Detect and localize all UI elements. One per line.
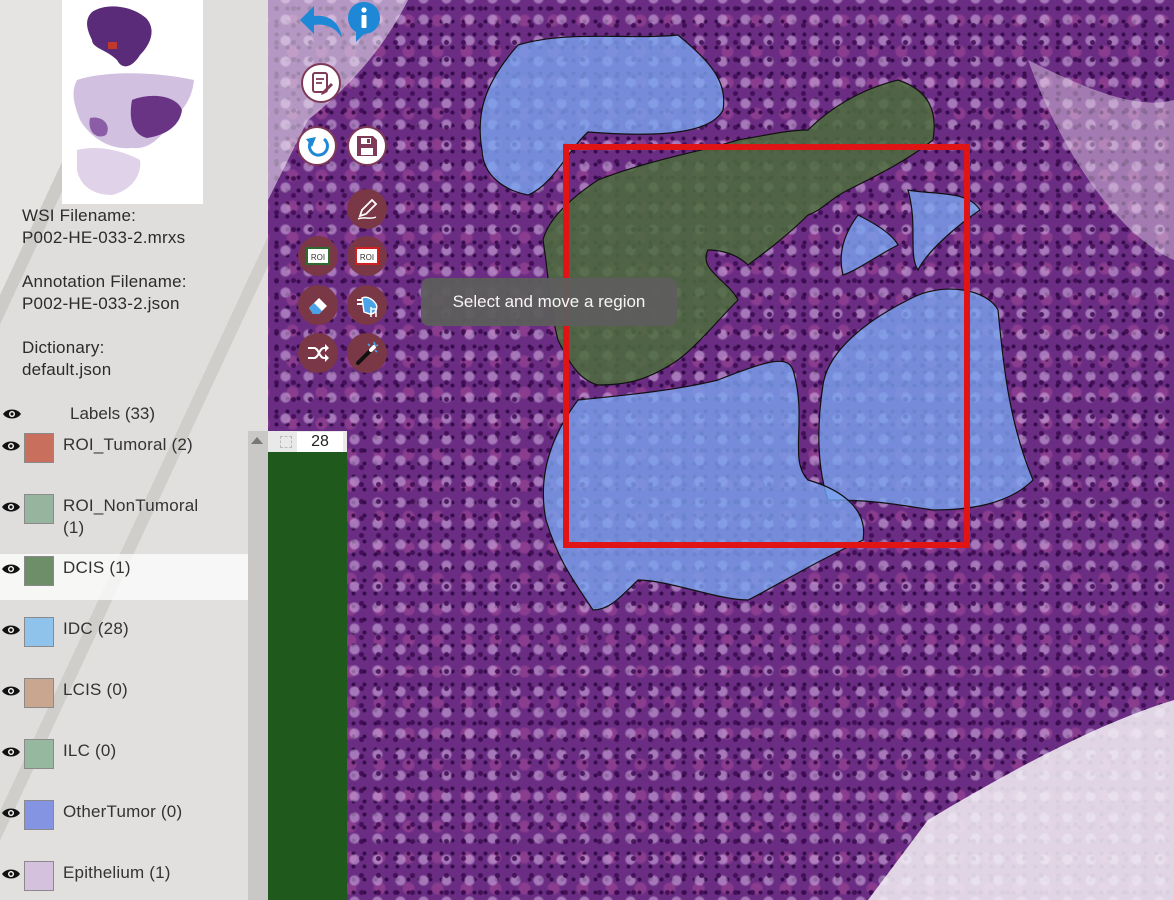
wsi-filename-label: WSI Filename: [22, 206, 137, 225]
save-icon [357, 136, 377, 156]
save-button[interactable] [347, 126, 387, 166]
notes-icon [312, 72, 333, 95]
shuffle-button[interactable] [298, 333, 338, 373]
label-name: OtherTumor (0) [63, 802, 183, 821]
label-color-swatch[interactable] [24, 556, 54, 586]
thumbnail-image [73, 6, 194, 195]
magic-wand-icon [356, 341, 379, 365]
tooltip: Select and move a region [421, 278, 677, 326]
label-color-swatch[interactable] [24, 739, 54, 769]
wsi-filename-value: P002-HE-033-2.mrxs [22, 228, 186, 247]
dictionary-label: Dictionary: [22, 338, 105, 357]
draw-button[interactable] [347, 189, 387, 229]
magic-wand-button[interactable] [347, 333, 387, 373]
shuffle-icon [308, 344, 329, 362]
background-area [868, 700, 1174, 900]
eye-icon[interactable] [1, 562, 21, 576]
roi-button[interactable]: ROI [298, 236, 338, 276]
label-color-swatch[interactable] [24, 433, 54, 463]
label-list-scrollbar[interactable] [248, 431, 268, 900]
select-move-button[interactable] [347, 285, 387, 325]
label-name: IDC (28) [63, 619, 129, 638]
expand-icon[interactable] [280, 436, 292, 448]
label-name: ROI_NonTumoral (1) [63, 496, 199, 537]
label-name: LCIS (0) [63, 680, 128, 699]
selected-label-color-bar [268, 452, 347, 900]
eye-icon[interactable] [1, 867, 21, 881]
annotation-filename-value: P002-HE-033-2.json [22, 294, 180, 313]
eraser-button[interactable] [298, 285, 338, 325]
label-item-othertumor[interactable]: OtherTumor (0) [0, 798, 248, 844]
label-item-roi-nontumoral[interactable]: ROI_NonTumoral (1) [0, 492, 248, 552]
eye-icon[interactable] [1, 623, 21, 637]
label-color-swatch[interactable] [24, 617, 54, 647]
roi-red-icon: ROI [355, 247, 379, 265]
notes-button[interactable] [301, 63, 341, 103]
annotation-overlay[interactable] [268, 0, 1174, 900]
svg-text:ROI: ROI [360, 253, 374, 262]
label-item-idc[interactable]: IDC (28) [0, 615, 248, 661]
label-item-lcis[interactable]: LCIS (0) [0, 676, 248, 722]
label-name: Epithelium (1) [63, 863, 171, 882]
label-color-swatch[interactable] [24, 800, 54, 830]
region-counter-value: 28 [297, 432, 343, 452]
svg-text:ROI: ROI [311, 253, 325, 262]
label-item-epithelium[interactable]: Epithelium (1) [0, 859, 248, 900]
pencil-icon [357, 198, 378, 220]
label-item-dcis[interactable]: DCIS (1) [0, 554, 248, 600]
eye-icon[interactable] [1, 500, 21, 514]
undo-button[interactable] [297, 126, 337, 166]
labels-title: Labels (33) [70, 404, 156, 423]
label-color-swatch[interactable] [24, 494, 54, 524]
label-item-ilc[interactable]: ILC (0) [0, 737, 248, 783]
info-icon[interactable] [346, 0, 382, 44]
eye-icon[interactable] [1, 745, 21, 759]
select-hand-icon [357, 296, 378, 317]
label-item-roi-tumoral[interactable]: ROI_Tumoral (2) [0, 431, 248, 477]
eye-icon[interactable] [1, 684, 21, 698]
slide-viewer[interactable] [268, 0, 1174, 900]
label-color-swatch[interactable] [24, 678, 54, 708]
slide-thumbnail[interactable] [62, 0, 203, 204]
thumbnail-viewport-marker [108, 42, 117, 49]
background-area [1028, 60, 1174, 260]
roi-red-button[interactable]: ROI [347, 236, 387, 276]
eye-icon[interactable] [1, 806, 21, 820]
labels-header: Labels (33) [0, 403, 248, 427]
eraser-icon [309, 298, 327, 314]
label-list: ROI_Tumoral (2) ROI_NonTumoral (1) DCIS … [0, 431, 248, 900]
roi-icon: ROI [306, 247, 330, 265]
dictionary-value: default.json [22, 360, 112, 379]
annotation-filename-label: Annotation Filename: [22, 272, 187, 291]
undo-icon [306, 137, 329, 157]
eye-icon[interactable] [2, 407, 22, 421]
region-counter-box: 28 [268, 431, 347, 453]
label-color-swatch[interactable] [24, 861, 54, 891]
label-name: ROI_Tumoral (2) [63, 435, 193, 454]
label-name: ILC (0) [63, 741, 117, 760]
eye-icon[interactable] [1, 439, 21, 453]
label-name: DCIS (1) [63, 558, 131, 577]
back-arrow-icon[interactable] [298, 2, 344, 40]
scroll-up-arrow-icon[interactable] [251, 437, 263, 444]
